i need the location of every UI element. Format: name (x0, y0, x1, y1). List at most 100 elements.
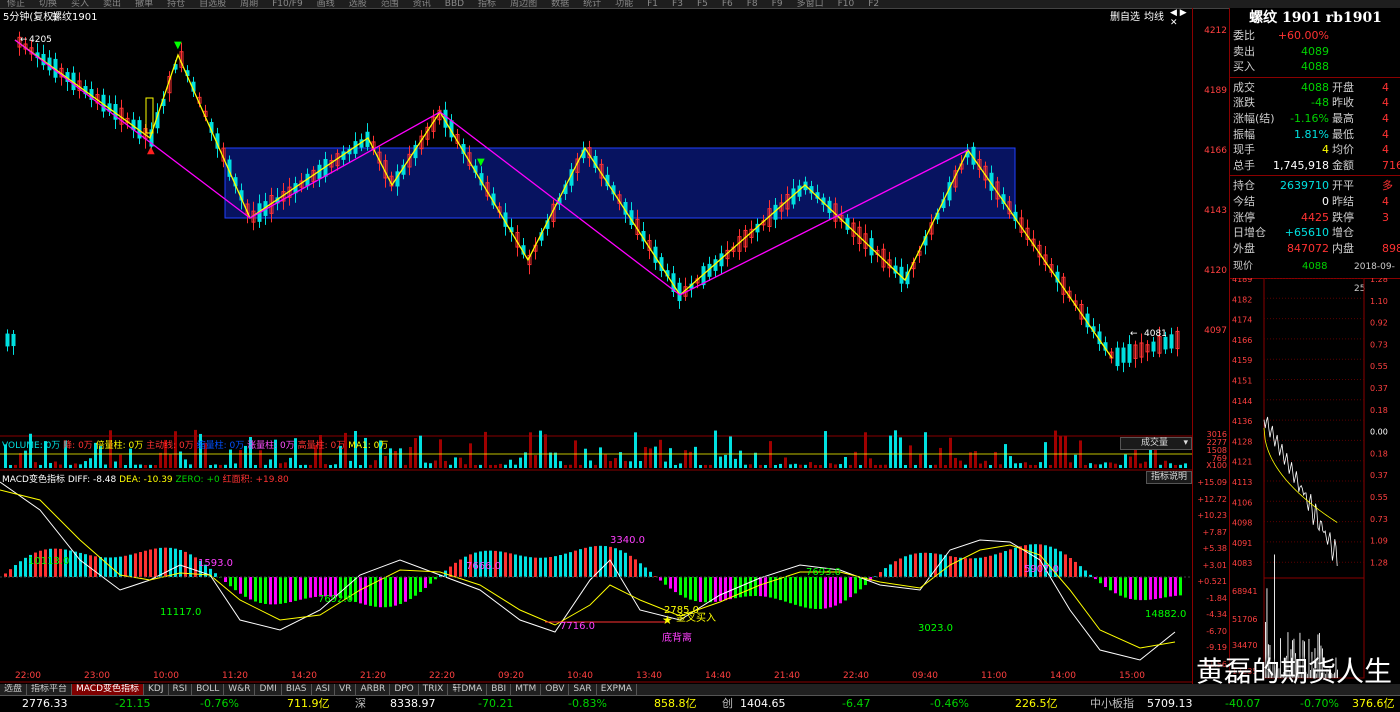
tab-4[interactable]: RSI (169, 684, 193, 695)
tab-15[interactable]: BBI (487, 684, 512, 695)
volume-bar (759, 464, 762, 468)
macd-bar (1079, 566, 1082, 577)
volume-bar (289, 457, 292, 468)
volume-bar (264, 464, 267, 468)
tab-11[interactable]: ARBR (356, 684, 391, 695)
intraday-chart[interactable]: 现价 4088 2018-09-25 4189 4182 4174 4166 4159 4… (1229, 256, 1400, 684)
macd-bar (519, 555, 522, 577)
tab-13[interactable]: TRIX (419, 684, 449, 695)
macd-bar (624, 552, 627, 577)
tab-1[interactable]: 指标平台 (27, 684, 73, 695)
macd-bar (674, 577, 677, 593)
macd-bar (14, 565, 17, 577)
tab-5[interactable]: BOLL (192, 684, 225, 695)
macd-bar (354, 577, 357, 602)
candle-body (1127, 344, 1132, 363)
macd-bar (414, 577, 417, 596)
intraday-left-tick: 4098 (1232, 519, 1252, 528)
indicator-help-button[interactable]: 指标说明 (1146, 471, 1192, 484)
macd-bar (744, 577, 747, 597)
macd-bar (1019, 546, 1022, 577)
volume-bar (229, 449, 232, 468)
quote-value-2: 898 (1382, 241, 1400, 255)
macd-bar (259, 577, 262, 604)
quote-row: 委比 +60.00% (1230, 28, 1400, 44)
macd-bar (819, 577, 822, 609)
tab-17[interactable]: OBV (541, 684, 570, 695)
volume-bar (1019, 463, 1022, 468)
macd-bar (424, 577, 427, 588)
tab-9[interactable]: ASI (312, 684, 336, 695)
intraday-right-tick: 0.37 (1370, 384, 1388, 393)
macd-bar (294, 577, 297, 601)
volume-bar (719, 456, 722, 468)
tab-12[interactable]: DPO (390, 684, 419, 695)
tab-0[interactable]: 选盘 (0, 684, 28, 695)
price-axis: 4212 4189 4166 4143 4120 4097 (1192, 8, 1229, 436)
macd-bar (559, 554, 562, 577)
intraday-left-tick: 4151 (1232, 377, 1252, 386)
volume-bar (824, 431, 827, 468)
volume-bar (769, 441, 772, 468)
volume-bar (329, 465, 332, 468)
volume-bar (534, 455, 537, 468)
volume-bar (39, 464, 42, 468)
macd-bar (644, 567, 647, 577)
volume-bar (259, 450, 262, 468)
volume-bar (104, 464, 107, 468)
intraday-left-tick: 4144 (1232, 397, 1252, 406)
tab-3[interactable]: KDJ (144, 684, 169, 695)
volume-bar (609, 461, 612, 468)
volume-bar (844, 456, 847, 468)
tab-19[interactable]: EXPMA (597, 684, 637, 695)
volume-bar (1054, 430, 1057, 468)
intraday-right-tick: 0.55 (1370, 362, 1388, 371)
macd-annotation: 10113.0 (28, 556, 69, 567)
time-tick: 11:00 (981, 671, 1007, 681)
volume-bar (189, 464, 192, 468)
macd-bar (594, 546, 597, 577)
volume-bar (879, 464, 882, 468)
tab-8[interactable]: BIAS (282, 684, 312, 695)
tab-2[interactable]: MACD变色指标 (72, 684, 145, 695)
macd-bar (9, 569, 12, 577)
status-item: -0.70% (1300, 697, 1339, 710)
macd-bar (544, 557, 547, 577)
tab-14[interactable]: 轩DMA (448, 684, 488, 695)
kline-chart-area[interactable]: ▼ ▼ ▲ ← 4205 ← 4081 ★ 10113.011117.01593… (0, 20, 1192, 684)
tab-16[interactable]: MTM (511, 684, 542, 695)
tab-6[interactable]: W&R (224, 684, 256, 695)
tab-10[interactable]: VR (335, 684, 357, 695)
time-tick: 13:40 (636, 671, 662, 681)
intraday-left-tick: 4166 (1232, 336, 1252, 345)
time-tick: 22:40 (843, 671, 869, 681)
volume-bar (1109, 462, 1112, 468)
volume-bar (504, 464, 507, 468)
macd-bar (309, 577, 312, 598)
macd-bar (1074, 561, 1077, 577)
status-bar: 2776.33 -21.15 -0.76% 711.9亿 深 8338.97 -70.21 -… (0, 695, 1400, 712)
macd-bar (579, 549, 582, 577)
tab-7[interactable]: DMI (255, 684, 282, 695)
quote-label: 涨幅(结) (1233, 111, 1275, 125)
volume-bar (749, 464, 752, 468)
volume-dropdown[interactable]: 成交量 ▾ (1120, 437, 1192, 450)
volume-bar (679, 463, 682, 468)
volume-bar (784, 457, 787, 468)
volume-bar (604, 454, 607, 468)
volume-bar (839, 464, 842, 468)
volume-bar (1069, 462, 1072, 468)
quote-label-2: 开平 (1332, 179, 1354, 193)
time-tick: 21:40 (774, 671, 800, 681)
candle-body (1163, 336, 1168, 350)
volume-legend: VOLUME: 0万 降: 0万 倍量柱: 0万 主动线: 0万 缩量柱: 0万… (2, 438, 388, 451)
arrow-up-icon: ▲ (147, 145, 155, 156)
macd-bar (669, 577, 672, 589)
intraday-frame (1263, 278, 1365, 679)
macd-bar (314, 577, 317, 597)
tab-18[interactable]: SAR (569, 684, 597, 695)
quote-value: 4425 (1301, 210, 1329, 224)
macd-tick: -1.84 (1206, 593, 1227, 603)
volume-bar (754, 452, 757, 468)
macd-bar (1109, 577, 1112, 591)
